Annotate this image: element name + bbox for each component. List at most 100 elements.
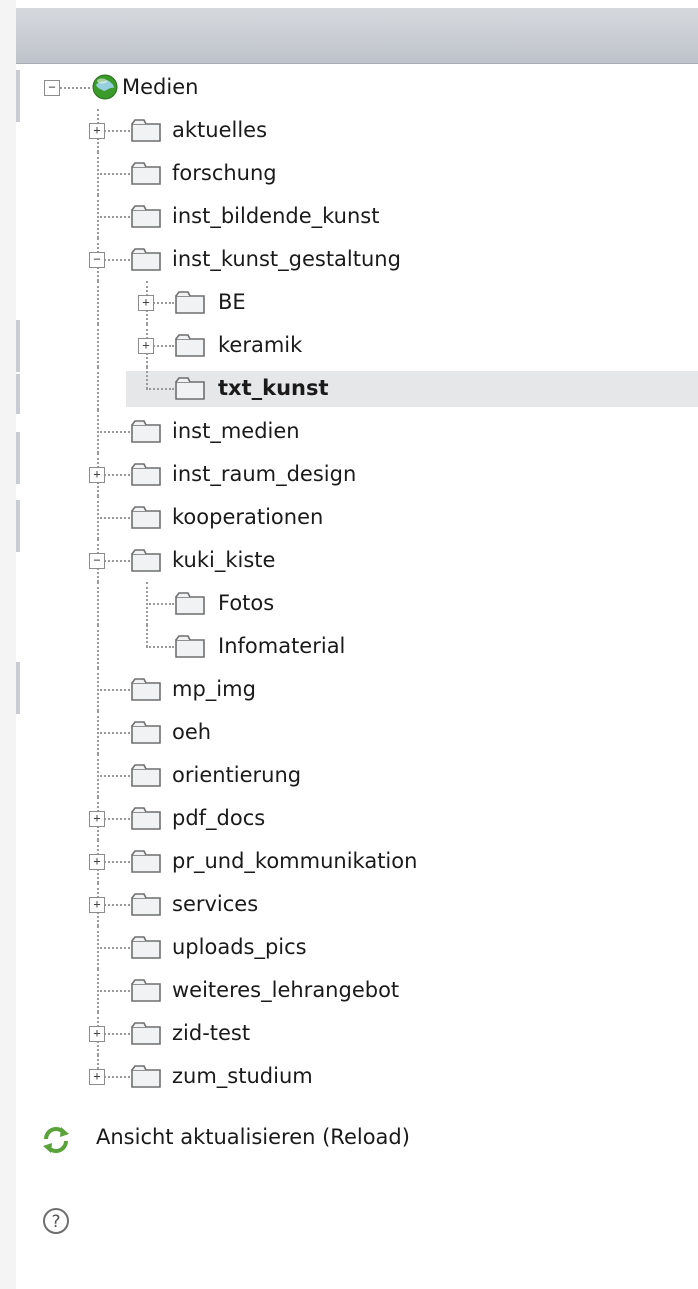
- folder-label: aktuelles: [172, 118, 268, 142]
- tree-row[interactable]: + aktuelles: [0, 109, 698, 152]
- folder-icon: [130, 246, 162, 272]
- folder-label: keramik: [218, 333, 303, 357]
- tree-row[interactable]: − kuki_kiste: [0, 539, 698, 582]
- tree-row[interactable]: oeh: [0, 711, 698, 754]
- tree-row[interactable]: + zid-test: [0, 1012, 698, 1055]
- tree-connector: [60, 87, 90, 89]
- folder-icon: [130, 160, 162, 186]
- folder-icon: [130, 1020, 162, 1046]
- folder-label: inst_kunst_gestaltung: [172, 247, 401, 271]
- folder-icon: [174, 332, 206, 358]
- expand-toggle-icon[interactable]: +: [89, 467, 105, 483]
- tree-row[interactable]: weiteres_lehrangebot: [0, 969, 698, 1012]
- folder-icon: [174, 289, 206, 315]
- folder-label: orientierung: [172, 763, 302, 787]
- selection-highlight: [126, 371, 698, 407]
- folder-label: inst_bildende_kunst: [172, 204, 380, 228]
- tree-row[interactable]: inst_bildende_kunst: [0, 195, 698, 238]
- folder-label: pr_und_kommunikation: [172, 849, 418, 873]
- tree-root-row[interactable]: − Medien: [0, 66, 698, 109]
- folder-icon: [130, 891, 162, 917]
- tree-row[interactable]: + keramik: [0, 324, 698, 367]
- tree-row[interactable]: orientierung: [0, 754, 698, 797]
- tree-connector: [97, 625, 99, 668]
- folder-label: mp_img: [172, 677, 256, 701]
- expand-toggle-icon[interactable]: +: [138, 338, 154, 354]
- tree-connector: [97, 582, 99, 625]
- help-glyph: ?: [51, 1212, 60, 1232]
- folder-tree: − Medien + aktuelles forschung inst_bildend…: [0, 66, 698, 1096]
- tree-row[interactable]: Fotos: [0, 582, 698, 625]
- reload-view-link[interactable]: Ansicht aktualisieren (Reload): [40, 1118, 640, 1158]
- expand-toggle-icon[interactable]: +: [89, 811, 105, 827]
- folder-label: uploads_pics: [172, 935, 307, 959]
- collapse-toggle-icon[interactable]: −: [89, 553, 105, 569]
- folder-icon: [174, 375, 206, 401]
- tree-connector: [146, 388, 174, 390]
- collapse-toggle-icon[interactable]: −: [44, 80, 60, 96]
- folder-icon: [130, 117, 162, 143]
- folder-label: pdf_docs: [172, 806, 266, 830]
- folder-icon: [130, 848, 162, 874]
- tree-row[interactable]: + inst_raum_design: [0, 453, 698, 496]
- globe-icon: [92, 74, 118, 100]
- folder-label: Infomaterial: [218, 634, 346, 658]
- folder-label: inst_medien: [172, 419, 300, 443]
- folder-label: BE: [218, 290, 246, 314]
- tree-connector: [97, 689, 130, 691]
- tree-connector: [97, 324, 99, 367]
- expand-toggle-icon[interactable]: +: [138, 295, 154, 311]
- tree-row[interactable]: inst_medien: [0, 410, 698, 453]
- tree-connector: [146, 603, 174, 605]
- collapse-toggle-icon[interactable]: −: [89, 252, 105, 268]
- tree-connector: [146, 367, 148, 389]
- tree-row[interactable]: txt_kunst: [0, 367, 698, 410]
- tree-row[interactable]: kooperationen: [0, 496, 698, 539]
- folder-icon: [130, 1063, 162, 1089]
- tree-connector: [97, 990, 130, 992]
- folder-icon: [130, 547, 162, 573]
- tree-row[interactable]: mp_img: [0, 668, 698, 711]
- expand-toggle-icon[interactable]: +: [89, 123, 105, 139]
- tree-row[interactable]: + zum_studium: [0, 1055, 698, 1098]
- folder-label: kuki_kiste: [172, 548, 276, 572]
- folder-label: inst_raum_design: [172, 462, 357, 486]
- tree-connector: [97, 173, 130, 175]
- folder-label: Fotos: [218, 591, 275, 615]
- tree-row[interactable]: + BE: [0, 281, 698, 324]
- tree-connector: [97, 517, 130, 519]
- tree-connector: [97, 732, 130, 734]
- tree-row[interactable]: + pr_und_kommunikation: [0, 840, 698, 883]
- folder-icon: [174, 590, 206, 616]
- tree-row[interactable]: forschung: [0, 152, 698, 195]
- folder-icon: [130, 805, 162, 831]
- tree-row[interactable]: + services: [0, 883, 698, 926]
- help-icon[interactable]: ?: [40, 1205, 72, 1237]
- folder-tree-panel: − Medien + aktuelles forschung inst_bildend…: [0, 0, 698, 1289]
- folder-label: services: [172, 892, 259, 916]
- tree-row[interactable]: Infomaterial: [0, 625, 698, 668]
- folder-icon: [130, 934, 162, 960]
- tree-connector: [97, 947, 130, 949]
- folder-label: oeh: [172, 720, 212, 744]
- folder-icon: [130, 719, 162, 745]
- tree-connector: [97, 216, 130, 218]
- tree-connector: [146, 646, 174, 648]
- expand-toggle-icon[interactable]: +: [89, 854, 105, 870]
- folder-icon: [130, 676, 162, 702]
- folder-label: kooperationen: [172, 505, 324, 529]
- expand-toggle-icon[interactable]: +: [89, 1026, 105, 1042]
- folder-icon: [130, 504, 162, 530]
- folder-icon: [130, 203, 162, 229]
- folder-icon: [130, 461, 162, 487]
- tree-row[interactable]: − inst_kunst_gestaltung: [0, 238, 698, 281]
- tree-connector: [97, 431, 130, 433]
- expand-toggle-icon[interactable]: +: [89, 897, 105, 913]
- tree-row[interactable]: uploads_pics: [0, 926, 698, 969]
- tree-root-label: Medien: [122, 75, 199, 99]
- folder-label: forschung: [172, 161, 277, 185]
- tree-row[interactable]: + pdf_docs: [0, 797, 698, 840]
- reload-label: Ansicht aktualisieren (Reload): [96, 1125, 410, 1149]
- tree-connector: [146, 625, 148, 647]
- expand-toggle-icon[interactable]: +: [89, 1069, 105, 1085]
